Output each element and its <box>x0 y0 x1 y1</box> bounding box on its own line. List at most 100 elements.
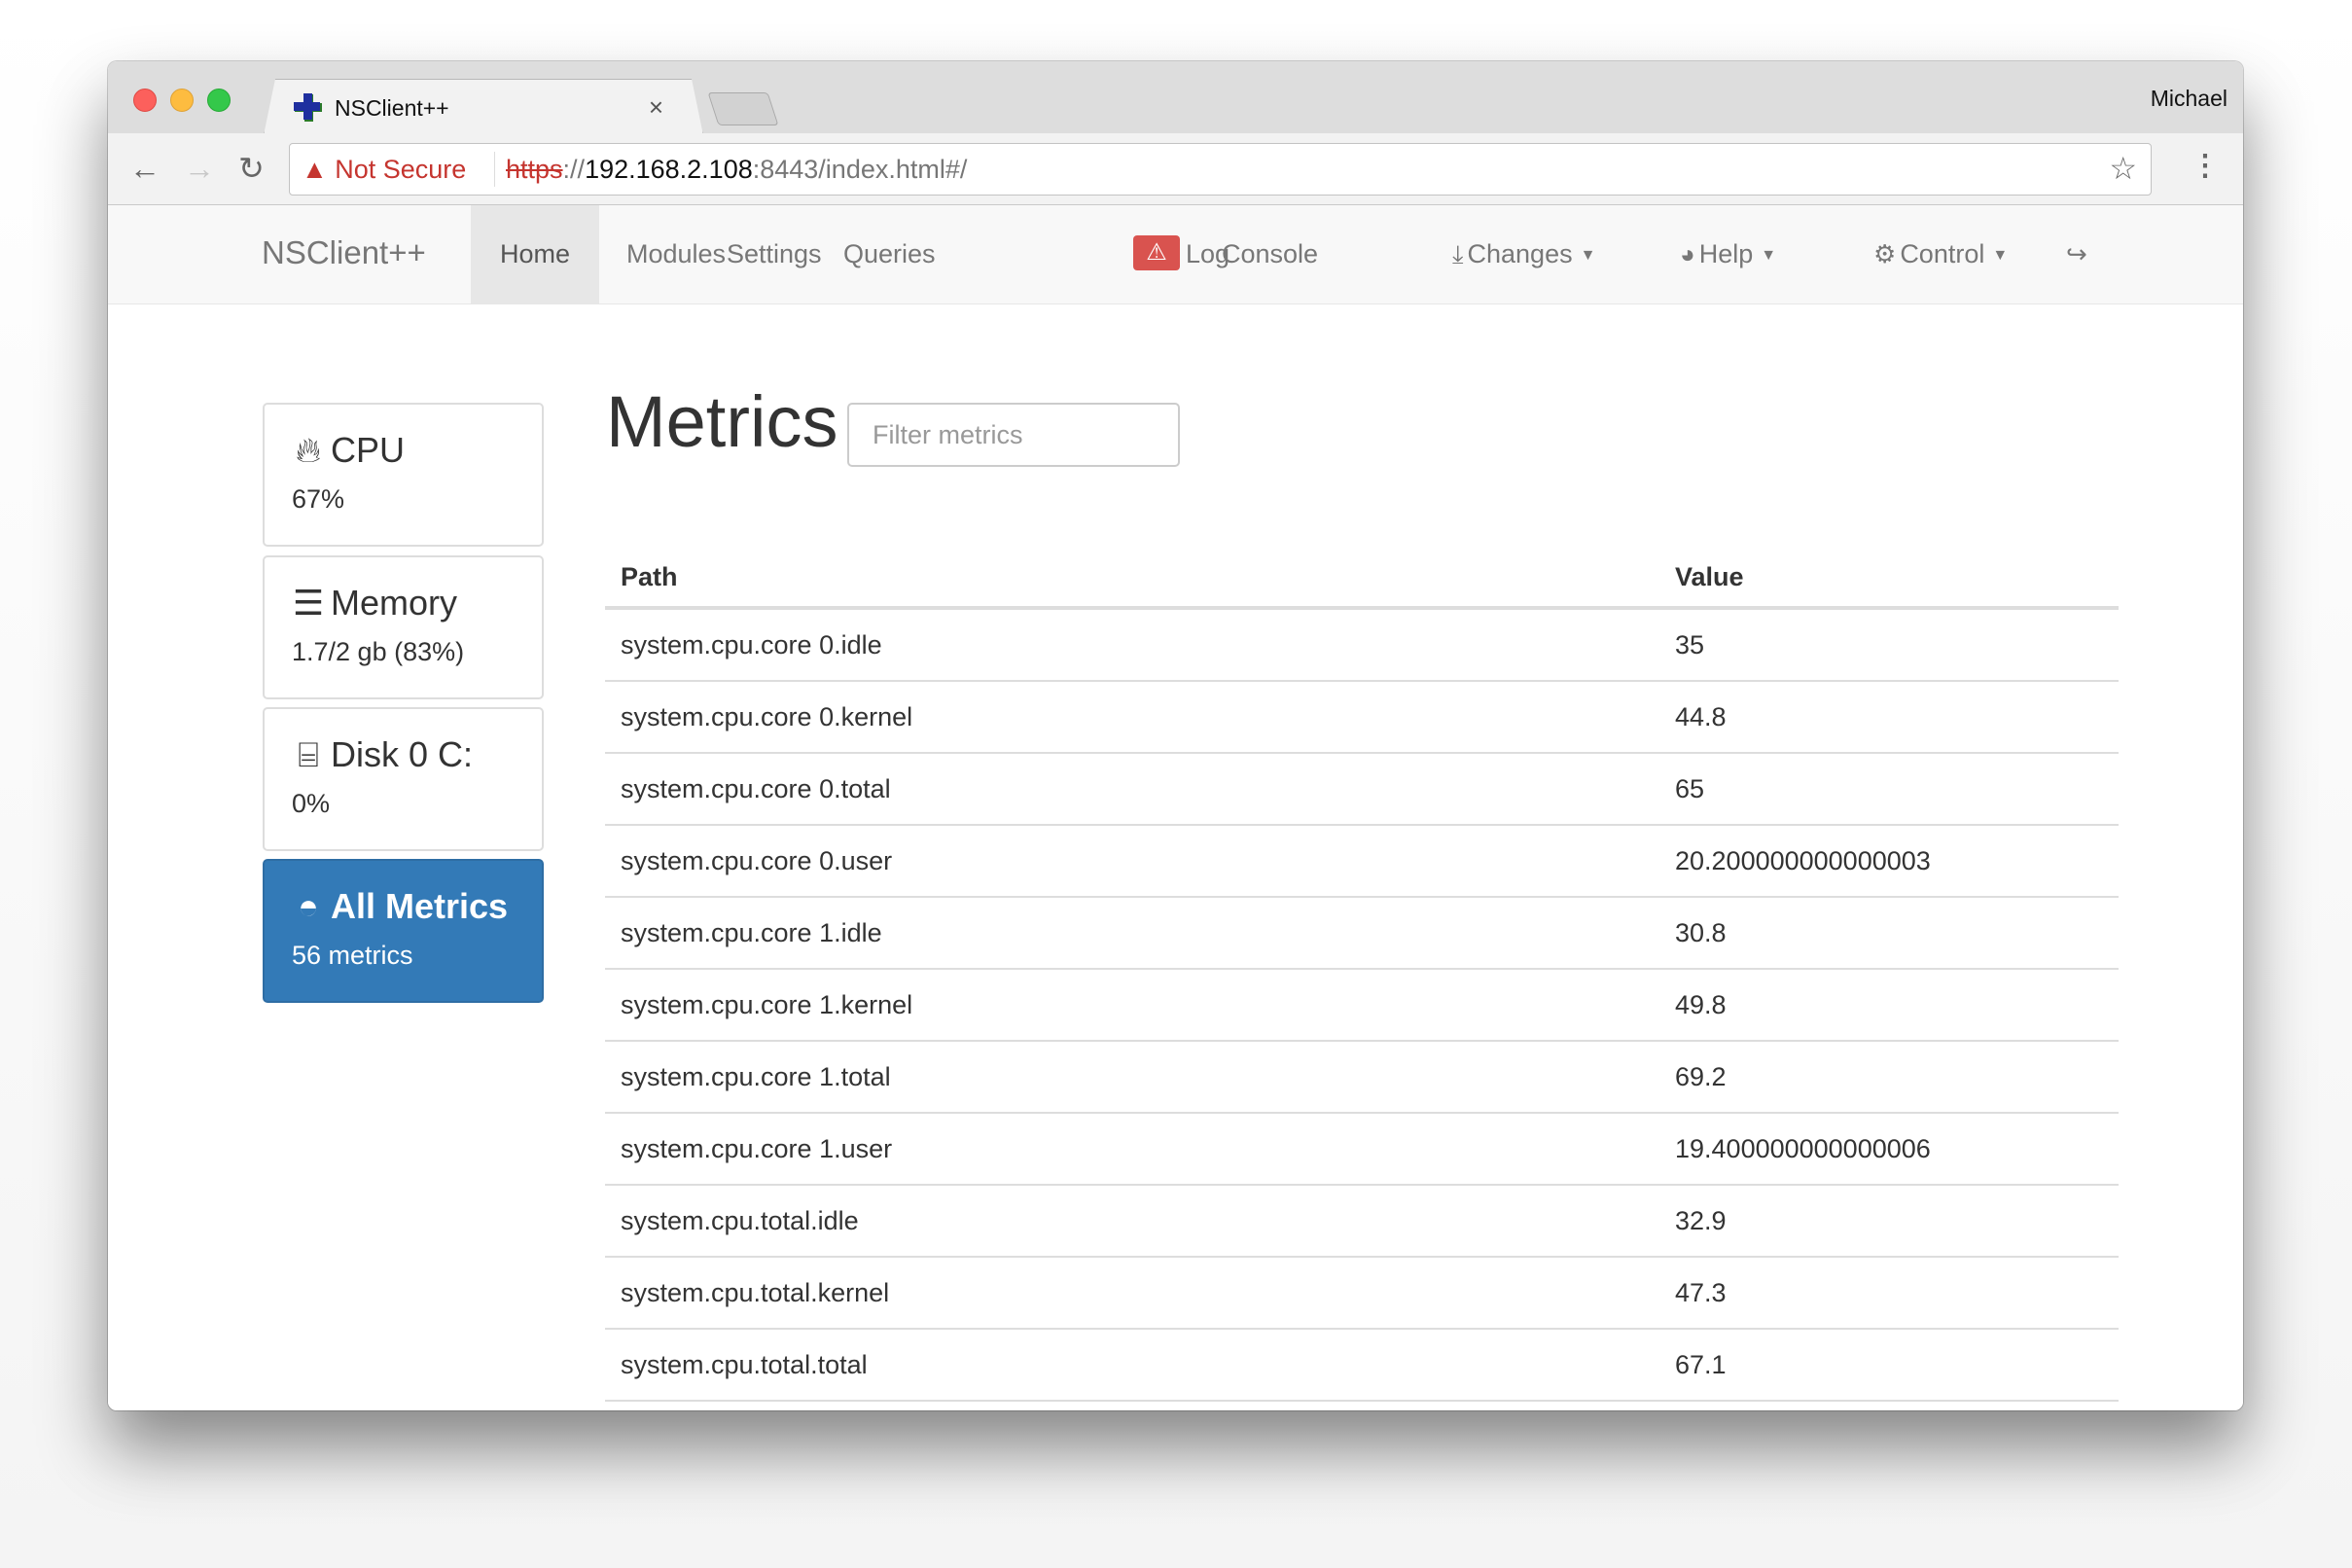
card-title-text: All Metrics <box>331 886 509 926</box>
column-header-value[interactable]: Value <box>1659 548 2119 610</box>
table-row[interactable]: system.cpu.core 0.kernel 44.8 <box>605 681 2119 754</box>
reload-icon[interactable]: ↻ <box>238 149 265 188</box>
card-cpu[interactable]: 🔥︎ CPU 67% <box>263 403 544 547</box>
table-row[interactable]: system.cpu.core 0.total 65 <box>605 753 2119 826</box>
security-indicator[interactable]: ▲ Not Secure <box>302 155 466 185</box>
metric-path: system.cpu.core 1.user <box>605 1113 1659 1186</box>
tab-close-icon[interactable]: × <box>649 92 663 123</box>
nsclient-favicon-icon <box>294 93 323 123</box>
metric-value: 47.3 <box>1659 1257 2119 1330</box>
bookmark-star-icon[interactable]: ☆ <box>2109 150 2137 187</box>
table-row[interactable]: system.cpu.total.total 67.1 <box>605 1329 2119 1402</box>
url-text[interactable]: https://192.168.2.108:8443/index.html#/ <box>506 155 967 185</box>
card-title: 🔥︎ CPU <box>292 430 405 472</box>
table-row[interactable]: system.cpu.core 1.user 19.400000000000006 <box>605 1113 2119 1186</box>
back-icon[interactable]: ← <box>129 149 160 188</box>
column-header-path[interactable]: Path <box>605 548 1659 610</box>
new-tab-button[interactable] <box>707 92 779 125</box>
url-scheme: https <box>506 155 563 184</box>
metrics-table: Path Value system.cpu.core 0.idle 35 syste… <box>605 548 2119 1410</box>
metric-path: system.cpu.core 1.idle <box>605 897 1659 970</box>
nav-changes-dropdown[interactable]: ⤓ Changes ▼ <box>1423 205 1624 303</box>
metric-path: system.cpu.core 0.idle <box>605 608 1659 682</box>
zoom-window-button[interactable] <box>207 89 231 112</box>
metric-value: 19.400000000000006 <box>1659 1113 2119 1186</box>
metric-path: system.cpu.core 0.total <box>605 753 1659 826</box>
nav-console[interactable]: Console <box>1193 205 1347 303</box>
table-row[interactable]: system.cpu.total.idle 32.9 <box>605 1185 2119 1258</box>
card-value: 67% <box>292 484 345 514</box>
minimize-window-button[interactable] <box>170 89 194 112</box>
metric-path: system.cpu.total.user <box>605 1401 1659 1410</box>
metric-path: system.cpu.total.kernel <box>605 1257 1659 1330</box>
card-title: ⌸ Disk 0 C: <box>292 734 473 776</box>
table-row[interactable]: system.cpu.total.user19.799999999999997 <box>605 1401 2119 1410</box>
nav-home[interactable]: Home <box>471 205 600 303</box>
url-path: :8443/index.html#/ <box>752 155 968 184</box>
card-title-text: CPU <box>331 430 406 470</box>
metric-path: system.cpu.core 1.total <box>605 1041 1659 1114</box>
metric-path: system.cpu.core 1.kernel <box>605 969 1659 1042</box>
metric-value: 69.2 <box>1659 1041 2119 1114</box>
caret-down-icon: ▼ <box>1761 247 1777 265</box>
metric-value: 32.9 <box>1659 1185 2119 1258</box>
dashboard-icon: ◓ <box>298 886 319 926</box>
browser-toolbar: ← → ↻ ▲ Not Secure https://192.168.2.108… <box>108 133 2243 205</box>
filter-metrics-input[interactable] <box>847 403 1180 467</box>
globe-icon: ◕ <box>1680 239 1695 268</box>
table-row[interactable]: system.cpu.core 1.kernel 49.8 <box>605 969 2119 1042</box>
security-label: Not Secure <box>335 155 467 184</box>
metric-value: 19.799999999999997 <box>1659 1401 2119 1410</box>
metric-value: 49.8 <box>1659 969 2119 1042</box>
card-value: 0% <box>292 789 331 818</box>
app-navbar: NSClient++ Home Modules Settings Queries… <box>108 205 2243 304</box>
card-all-metrics[interactable]: ◓ All Metrics 56 metrics <box>263 859 544 1003</box>
metric-path: system.cpu.total.total <box>605 1329 1659 1402</box>
page-content: 🔥︎ CPU 67% ☰ Memory 1.7/2 gb (83%) ⌸ Disk 0… <box>108 304 2243 1410</box>
table-row[interactable]: system.cpu.core 0.idle 35 <box>605 608 2119 682</box>
card-value: 56 metrics <box>292 941 413 970</box>
hdd-icon: ⌸ <box>298 734 319 774</box>
url-host: 192.168.2.108 <box>585 155 753 184</box>
card-disk[interactable]: ⌸ Disk 0 C: 0% <box>263 707 544 851</box>
table-header-row: Path Value <box>605 548 2119 610</box>
table-row[interactable]: system.cpu.core 1.idle 30.8 <box>605 897 2119 970</box>
card-title: ◓ All Metrics <box>292 886 508 927</box>
nav-label: Queries <box>843 239 936 268</box>
nav-label: Control <box>1900 239 1985 268</box>
metric-value: 35 <box>1659 608 2119 682</box>
nav-label: Changes <box>1467 239 1573 268</box>
close-window-button[interactable] <box>133 89 157 112</box>
metric-value: 67.1 <box>1659 1329 2119 1402</box>
fire-icon: 🔥︎ <box>295 430 322 470</box>
gear-icon: ⚙ <box>1873 239 1897 268</box>
download-icon: ⤓ <box>1452 239 1464 268</box>
table-row[interactable]: system.cpu.core 0.user 20.200000000000003 <box>605 825 2119 898</box>
logout-button[interactable]: ↪ <box>2037 205 2120 303</box>
warning-icon: ▲ <box>302 155 328 184</box>
table-row[interactable]: system.cpu.total.kernel 47.3 <box>605 1257 2119 1330</box>
profile-name[interactable]: Michael <box>2151 86 2227 112</box>
address-divider <box>494 152 495 187</box>
brand-logo[interactable]: NSClient++ <box>262 234 426 271</box>
card-title-text: Memory <box>331 583 458 623</box>
address-bar[interactable]: ▲ Not Secure https://192.168.2.108:8443/… <box>289 143 2152 196</box>
card-memory[interactable]: ☰ Memory 1.7/2 gb (83%) <box>263 555 544 699</box>
browser-window: NSClient++ × Michael ← → ↻ ▲ Not Secure … <box>108 61 2243 1410</box>
nav-label: Help <box>1698 239 1754 268</box>
metric-path: system.cpu.core 0.user <box>605 825 1659 898</box>
table-row[interactable]: system.cpu.core 1.total 69.2 <box>605 1041 2119 1114</box>
metric-path: system.cpu.core 0.kernel <box>605 681 1659 754</box>
browser-tab[interactable]: NSClient++ × <box>264 79 703 135</box>
nav-queries[interactable]: Queries <box>814 205 965 303</box>
title-bar: NSClient++ × Michael <box>108 61 2243 134</box>
metric-value: 30.8 <box>1659 897 2119 970</box>
nav-control-dropdown[interactable]: ⚙ Control ▼ <box>1844 205 2037 303</box>
forward-icon[interactable]: → <box>184 149 215 188</box>
browser-menu-icon[interactable]: ⋮ <box>2191 149 2220 183</box>
nav-help-dropdown[interactable]: ◕ Help ▼ <box>1651 205 1805 303</box>
card-title-text: Disk 0 C: <box>331 734 474 774</box>
nav-label: Home <box>500 239 571 268</box>
server-icon: ☰ <box>292 583 325 623</box>
logout-icon: ↪ <box>2066 239 2087 268</box>
